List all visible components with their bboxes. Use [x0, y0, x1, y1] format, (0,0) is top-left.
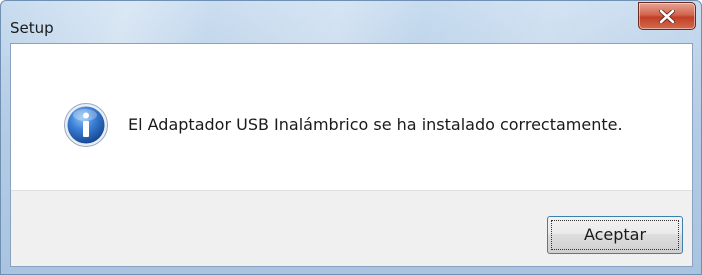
close-button[interactable]	[638, 2, 696, 30]
dialog-client-area: El Adaptador USB Inalámbrico se ha insta…	[10, 43, 693, 267]
setup-dialog-window: Setup El Adaptador USB Inalámbrico se ha…	[0, 0, 702, 275]
close-icon	[659, 10, 675, 23]
accept-button[interactable]: Aceptar	[547, 216, 683, 254]
title-bar[interactable]: Setup	[1, 1, 701, 37]
message-area: El Adaptador USB Inalámbrico se ha insta…	[11, 44, 692, 190]
message-text: El Adaptador USB Inalámbrico se ha insta…	[128, 115, 623, 134]
info-icon	[64, 103, 108, 147]
window-title: Setup	[10, 19, 54, 37]
button-area: Aceptar	[11, 190, 692, 266]
accept-button-label: Aceptar	[583, 225, 647, 244]
